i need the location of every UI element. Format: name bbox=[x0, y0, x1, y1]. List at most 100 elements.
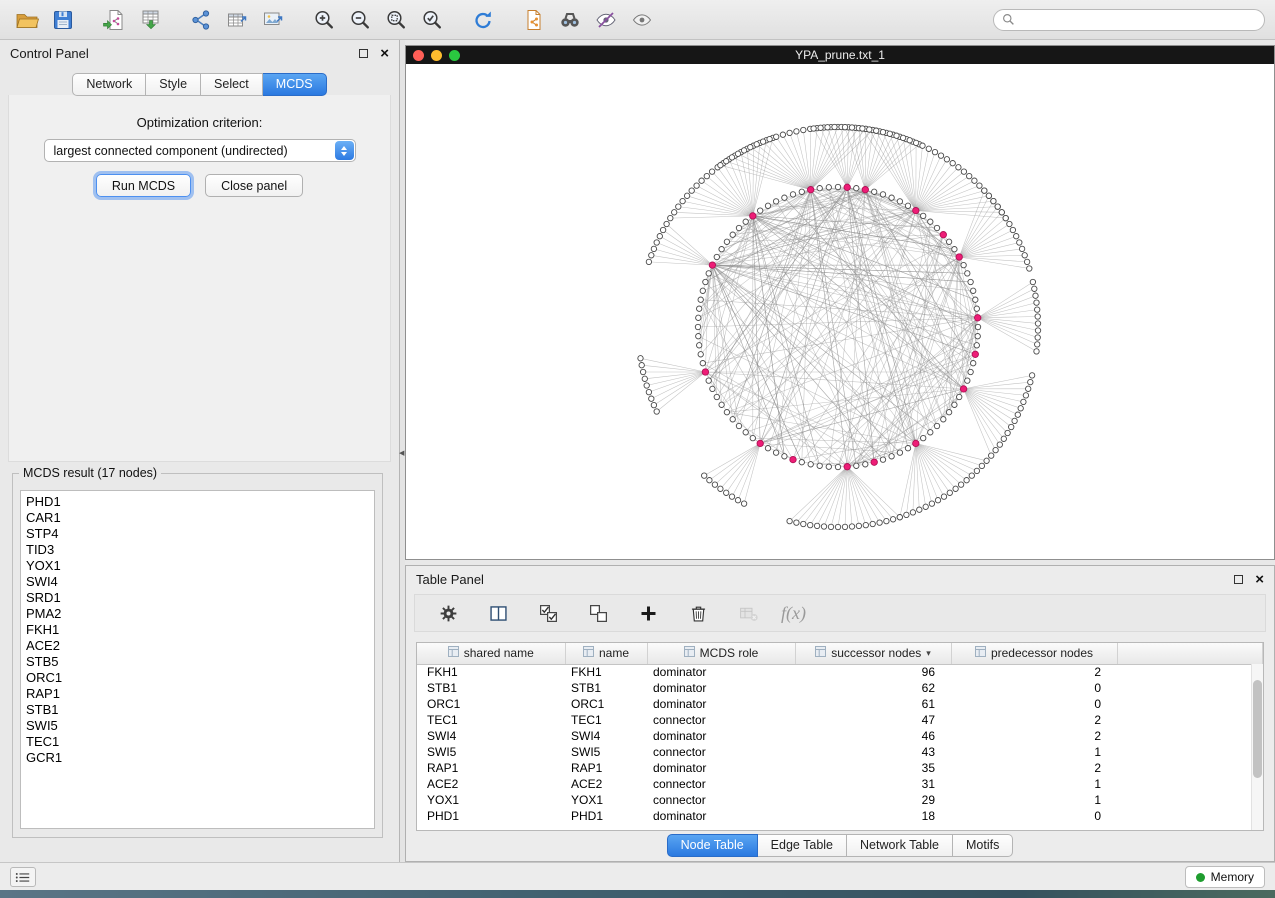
float-table-panel-icon[interactable] bbox=[1234, 575, 1243, 584]
mcds-result-item[interactable]: SWI5 bbox=[21, 718, 374, 734]
search-input[interactable] bbox=[1020, 13, 1256, 27]
table-cell[interactable]: RAP1 bbox=[417, 760, 565, 776]
table-cell[interactable]: YOX1 bbox=[417, 792, 565, 808]
table-cell[interactable]: ORC1 bbox=[565, 696, 647, 712]
mcds-result-item[interactable]: PMA2 bbox=[21, 606, 374, 622]
table-cell[interactable]: 61 bbox=[795, 696, 951, 712]
table-row[interactable]: YOX1YOX1connector291 bbox=[417, 792, 1263, 808]
network-search-box[interactable] bbox=[993, 9, 1265, 31]
table-cell[interactable]: 1 bbox=[951, 792, 1117, 808]
deselect-all-button[interactable] bbox=[581, 597, 615, 629]
table-cell[interactable]: 47 bbox=[795, 712, 951, 728]
mcds-result-item[interactable]: TID3 bbox=[21, 542, 374, 558]
export-table-button[interactable] bbox=[220, 4, 254, 36]
table-cell[interactable]: 2 bbox=[951, 728, 1117, 744]
column-header-mcds-role[interactable]: MCDS role bbox=[647, 643, 795, 664]
table-cell[interactable]: dominator bbox=[647, 808, 795, 824]
mcds-result-item[interactable]: ORC1 bbox=[21, 670, 374, 686]
show-columns-button[interactable] bbox=[481, 597, 515, 629]
open-session-button[interactable] bbox=[10, 4, 44, 36]
control-tab-network[interactable]: Network bbox=[72, 73, 146, 96]
mcds-result-item[interactable]: FKH1 bbox=[21, 622, 374, 638]
scrollbar-thumb[interactable] bbox=[1253, 680, 1262, 778]
table-cell[interactable]: dominator bbox=[647, 664, 795, 680]
table-cell[interactable]: dominator bbox=[647, 728, 795, 744]
mcds-result-item[interactable]: STB5 bbox=[21, 654, 374, 670]
table-row[interactable]: PHD1PHD1dominator180 bbox=[417, 808, 1263, 824]
table-cell[interactable]: YOX1 bbox=[565, 792, 647, 808]
close-panel-icon[interactable]: × bbox=[380, 46, 389, 61]
mcds-result-item[interactable]: ACE2 bbox=[21, 638, 374, 654]
mcds-result-item[interactable]: YOX1 bbox=[21, 558, 374, 574]
table-cell[interactable]: dominator bbox=[647, 760, 795, 776]
mcds-result-item[interactable]: STP4 bbox=[21, 526, 374, 542]
zoom-out-button[interactable] bbox=[343, 4, 377, 36]
table-row[interactable]: ACE2ACE2connector311 bbox=[417, 776, 1263, 792]
close-table-panel-icon[interactable]: × bbox=[1255, 572, 1264, 587]
zoom-in-button[interactable] bbox=[307, 4, 341, 36]
toggle-annotations-button[interactable] bbox=[625, 4, 659, 36]
mcds-result-item[interactable]: CAR1 bbox=[21, 510, 374, 526]
mcds-result-list[interactable]: PHD1CAR1STP4TID3YOX1SWI4SRD1PMA2FKH1ACE2… bbox=[20, 490, 375, 829]
table-scrollbar[interactable] bbox=[1251, 664, 1263, 830]
mcds-result-item[interactable]: SRD1 bbox=[21, 590, 374, 606]
table-cell[interactable]: dominator bbox=[647, 696, 795, 712]
mcds-result-item[interactable]: PHD1 bbox=[21, 494, 374, 510]
mcds-result-item[interactable]: GCR1 bbox=[21, 750, 374, 766]
mcds-result-item[interactable]: STB1 bbox=[21, 702, 374, 718]
table-cell[interactable]: 0 bbox=[951, 680, 1117, 696]
mcds-result-item[interactable]: RAP1 bbox=[21, 686, 374, 702]
table-row[interactable]: TEC1TEC1connector472 bbox=[417, 712, 1263, 728]
delete-column-button[interactable] bbox=[681, 597, 715, 629]
table-cell[interactable]: 2 bbox=[951, 760, 1117, 776]
window-minimize-button[interactable] bbox=[431, 50, 442, 61]
table-cell[interactable]: connector bbox=[647, 776, 795, 792]
network-graph[interactable] bbox=[406, 64, 1274, 559]
table-cell[interactable]: SWI5 bbox=[565, 744, 647, 760]
table-cell[interactable]: connector bbox=[647, 792, 795, 808]
table-cell[interactable]: PHD1 bbox=[417, 808, 565, 824]
table-cell[interactable]: connector bbox=[647, 744, 795, 760]
select-all-button[interactable] bbox=[531, 597, 565, 629]
add-column-button[interactable] bbox=[631, 597, 665, 629]
table-cell[interactable]: SWI4 bbox=[565, 728, 647, 744]
import-network-button[interactable] bbox=[97, 4, 131, 36]
table-cell[interactable]: connector bbox=[647, 712, 795, 728]
mcds-result-item[interactable]: TEC1 bbox=[21, 734, 374, 750]
table-row[interactable]: STB1STB1dominator620 bbox=[417, 680, 1263, 696]
table-cell[interactable]: 29 bbox=[795, 792, 951, 808]
table-cell[interactable]: SWI4 bbox=[417, 728, 565, 744]
sort-menu-chevron-icon[interactable]: ▾ bbox=[926, 648, 931, 659]
table-cell[interactable]: TEC1 bbox=[565, 712, 647, 728]
column-header-predecessor-nodes[interactable]: predecessor nodes bbox=[951, 643, 1117, 664]
table-cell[interactable]: 0 bbox=[951, 808, 1117, 824]
zoom-fit-button[interactable] bbox=[379, 4, 413, 36]
column-header-shared-name[interactable]: shared name bbox=[417, 643, 565, 664]
table-cell[interactable]: 1 bbox=[951, 776, 1117, 792]
refresh-view-button[interactable] bbox=[466, 4, 500, 36]
memory-button[interactable]: Memory bbox=[1185, 866, 1265, 888]
search-network-button[interactable] bbox=[553, 4, 587, 36]
run-mcds-button[interactable]: Run MCDS bbox=[96, 174, 191, 197]
splitter-collapse-icon[interactable]: ◀ bbox=[399, 450, 404, 457]
table-cell[interactable]: 62 bbox=[795, 680, 951, 696]
table-cell[interactable]: ACE2 bbox=[417, 776, 565, 792]
control-tab-style[interactable]: Style bbox=[146, 73, 201, 96]
export-image-button[interactable] bbox=[256, 4, 290, 36]
table-cell[interactable]: 96 bbox=[795, 664, 951, 680]
table-cell[interactable]: 0 bbox=[951, 696, 1117, 712]
mcds-result-item[interactable]: SWI4 bbox=[21, 574, 374, 590]
table-cell[interactable]: dominator bbox=[647, 680, 795, 696]
table-tab-node-table[interactable]: Node Table bbox=[667, 834, 758, 857]
table-cell[interactable]: STB1 bbox=[417, 680, 565, 696]
close-panel-button[interactable]: Close panel bbox=[205, 174, 303, 197]
task-history-button[interactable] bbox=[10, 867, 36, 887]
table-row[interactable]: ORC1ORC1dominator610 bbox=[417, 696, 1263, 712]
control-tab-mcds[interactable]: MCDS bbox=[263, 73, 327, 96]
table-cell[interactable]: 35 bbox=[795, 760, 951, 776]
table-cell[interactable]: 43 bbox=[795, 744, 951, 760]
table-cell[interactable]: TEC1 bbox=[417, 712, 565, 728]
control-tab-select[interactable]: Select bbox=[201, 73, 263, 96]
import-table-button[interactable] bbox=[133, 4, 167, 36]
table-cell[interactable]: 46 bbox=[795, 728, 951, 744]
